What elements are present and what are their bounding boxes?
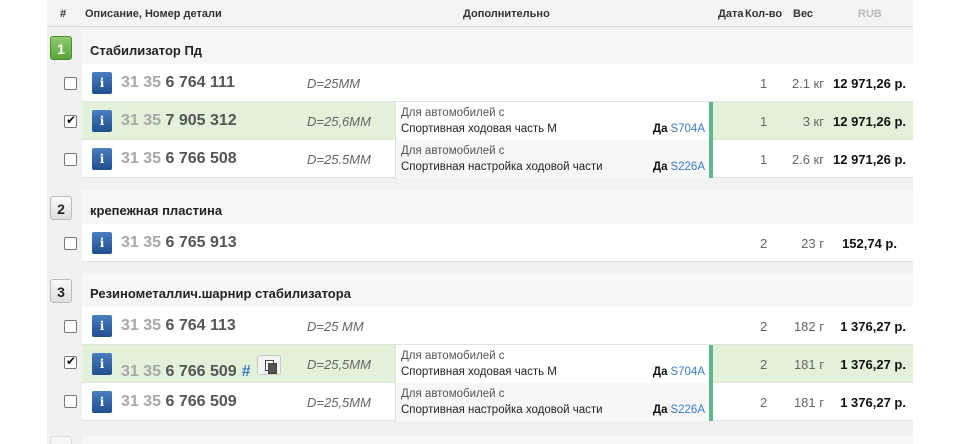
weight: 23 г <box>801 236 824 251</box>
weight: 3 кг <box>802 114 824 129</box>
table-row: i 31 35 6 764 111 D=25MM 1 2.1 кг 12 971… <box>82 64 913 102</box>
row-checkbox[interactable] <box>64 153 77 166</box>
table-row: i 31 35 6 766 508 D=25.5MM Для автомобил… <box>82 140 913 178</box>
option-code-link[interactable]: S704A <box>670 123 705 135</box>
part-number[interactable]: 31 35 6 766 509 <box>121 393 237 411</box>
note-option: Да S704A <box>652 366 705 378</box>
price: 12 971,26 р. <box>833 114 906 129</box>
group-number-badge[interactable]: 3 <box>50 279 72 303</box>
part-dimension: D=25.5MM <box>307 152 371 167</box>
quantity: 2 <box>760 395 768 410</box>
extra-info: Для автомобилей с Спортивная настройка х… <box>395 383 713 421</box>
price: 12 971,26 р. <box>833 152 906 167</box>
part-number[interactable]: 31 35 6 766 509 # <box>121 355 281 381</box>
row-checkbox[interactable] <box>64 237 77 250</box>
col-weight-header[interactable]: Вес <box>793 8 813 20</box>
next-group-badge <box>50 436 72 444</box>
col-currency-header[interactable]: RUB <box>858 8 882 20</box>
weight: 181 г <box>793 395 824 410</box>
table-row: i 31 35 6 766 509 # D=25,5MM Для автомоби… <box>82 345 913 383</box>
table-row: i 31 35 7 905 312 D=25,6MM Для автомобил… <box>82 102 913 140</box>
option-code-link[interactable]: S226A <box>670 404 705 416</box>
part-number[interactable]: 31 35 6 764 113 <box>121 317 236 335</box>
table-row: i 31 35 6 765 913 2 23 г 152,74 р. <box>82 224 913 262</box>
group-number-badge[interactable]: 2 <box>50 196 72 220</box>
quantity: 2 <box>760 236 768 251</box>
col-date-header[interactable]: Дата <box>718 8 743 20</box>
price: 1 376,27 р. <box>840 357 906 372</box>
part-dimension: D=25,5MM <box>307 357 371 372</box>
note-text: Спортивная настройка ходовой части <box>401 404 603 416</box>
row-checkbox[interactable] <box>64 395 77 408</box>
part-number[interactable]: 31 35 6 766 508 <box>121 150 237 168</box>
group-title: Стабилизатор Пд <box>90 43 203 58</box>
info-icon[interactable]: i <box>92 110 112 132</box>
note-label: Для автомобилей с <box>401 145 505 157</box>
row-checkbox[interactable] <box>64 320 77 333</box>
info-icon[interactable]: i <box>92 232 112 254</box>
table-header: # Описание, Номер детали Дополнительно Д… <box>47 0 913 27</box>
quantity: 2 <box>760 357 768 372</box>
note-label: Для автомобилей с <box>401 350 505 362</box>
part-dimension: D=25MM <box>307 76 361 91</box>
note-option: Да S704A <box>652 123 705 135</box>
note-option: Да S226A <box>652 404 705 416</box>
group-number-badge[interactable]: 1 <box>50 36 72 60</box>
info-icon[interactable]: i <box>92 72 112 94</box>
extra-info: Для автомобилей с Спортивная ходовая час… <box>395 345 713 383</box>
table-row: i 31 35 6 764 113 D=25 MM 2 182 г 1 376,… <box>82 307 913 345</box>
row-checkbox[interactable] <box>64 113 77 128</box>
part-dimension: D=25 MM <box>307 319 364 334</box>
note-text: Спортивная ходовая часть M <box>401 123 557 135</box>
group-title: крепежная пластина <box>90 203 223 218</box>
weight: 2.6 кг <box>791 152 824 167</box>
price: 1 376,27 р. <box>840 319 906 334</box>
note-text: Спортивная настройка ходовой части <box>401 161 603 173</box>
next-group-header <box>82 436 913 444</box>
row-checkbox[interactable] <box>64 354 77 369</box>
extra-info: Для автомобилей с Спортивная ходовая час… <box>395 102 713 140</box>
weight: 182 г <box>793 319 824 334</box>
part-number[interactable]: 31 35 6 764 111 <box>121 74 235 92</box>
info-icon[interactable]: i <box>92 315 112 337</box>
info-icon[interactable]: i <box>92 148 112 170</box>
info-icon[interactable]: i <box>92 353 112 375</box>
table-row: i 31 35 6 766 509 D=25,5MM Для автомобил… <box>82 383 913 421</box>
anchor-link[interactable]: # <box>242 363 251 380</box>
note-option: Да S226A <box>652 161 705 173</box>
note-label: Для автомобилей с <box>401 107 505 119</box>
col-qty-header[interactable]: Кол-во <box>745 8 782 20</box>
note-text: Спортивная ходовая часть M <box>401 366 557 378</box>
col-number-header: # <box>60 8 67 20</box>
price: 12 971,26 р. <box>833 76 906 91</box>
part-dimension: D=25,5MM <box>307 395 371 410</box>
note-label: Для автомобилей с <box>401 388 505 400</box>
price: 152,74 р. <box>842 236 897 251</box>
option-code-link[interactable]: S704A <box>670 366 705 378</box>
weight: 2.1 кг <box>791 76 824 91</box>
option-code-link[interactable]: S226A <box>670 161 705 173</box>
extra-info: Для автомобилей с Спортивная настройка х… <box>395 140 713 178</box>
group-header: Стабилизатор Пд <box>82 30 913 68</box>
group-header: Резинометаллич.шарнир стабилизатора <box>82 273 913 311</box>
col-description-header[interactable]: Описание, Номер детали <box>85 8 222 20</box>
row-checkbox[interactable] <box>64 77 77 90</box>
quantity: 2 <box>760 319 768 334</box>
copy-icon[interactable] <box>256 355 281 375</box>
col-extra-header: Дополнительно <box>463 8 550 20</box>
quantity: 1 <box>760 152 768 167</box>
part-dimension: D=25,6MM <box>307 114 371 129</box>
group-header: крепежная пластина <box>82 190 913 228</box>
part-number[interactable]: 31 35 6 765 913 <box>121 234 237 252</box>
price: 1 376,27 р. <box>840 395 906 410</box>
part-number[interactable]: 31 35 7 905 312 <box>121 112 237 130</box>
weight: 181 г <box>793 357 824 372</box>
info-icon[interactable]: i <box>92 391 112 413</box>
quantity: 1 <box>760 114 768 129</box>
group-title: Резинометаллич.шарнир стабилизатора <box>90 286 351 301</box>
quantity: 1 <box>760 76 768 91</box>
